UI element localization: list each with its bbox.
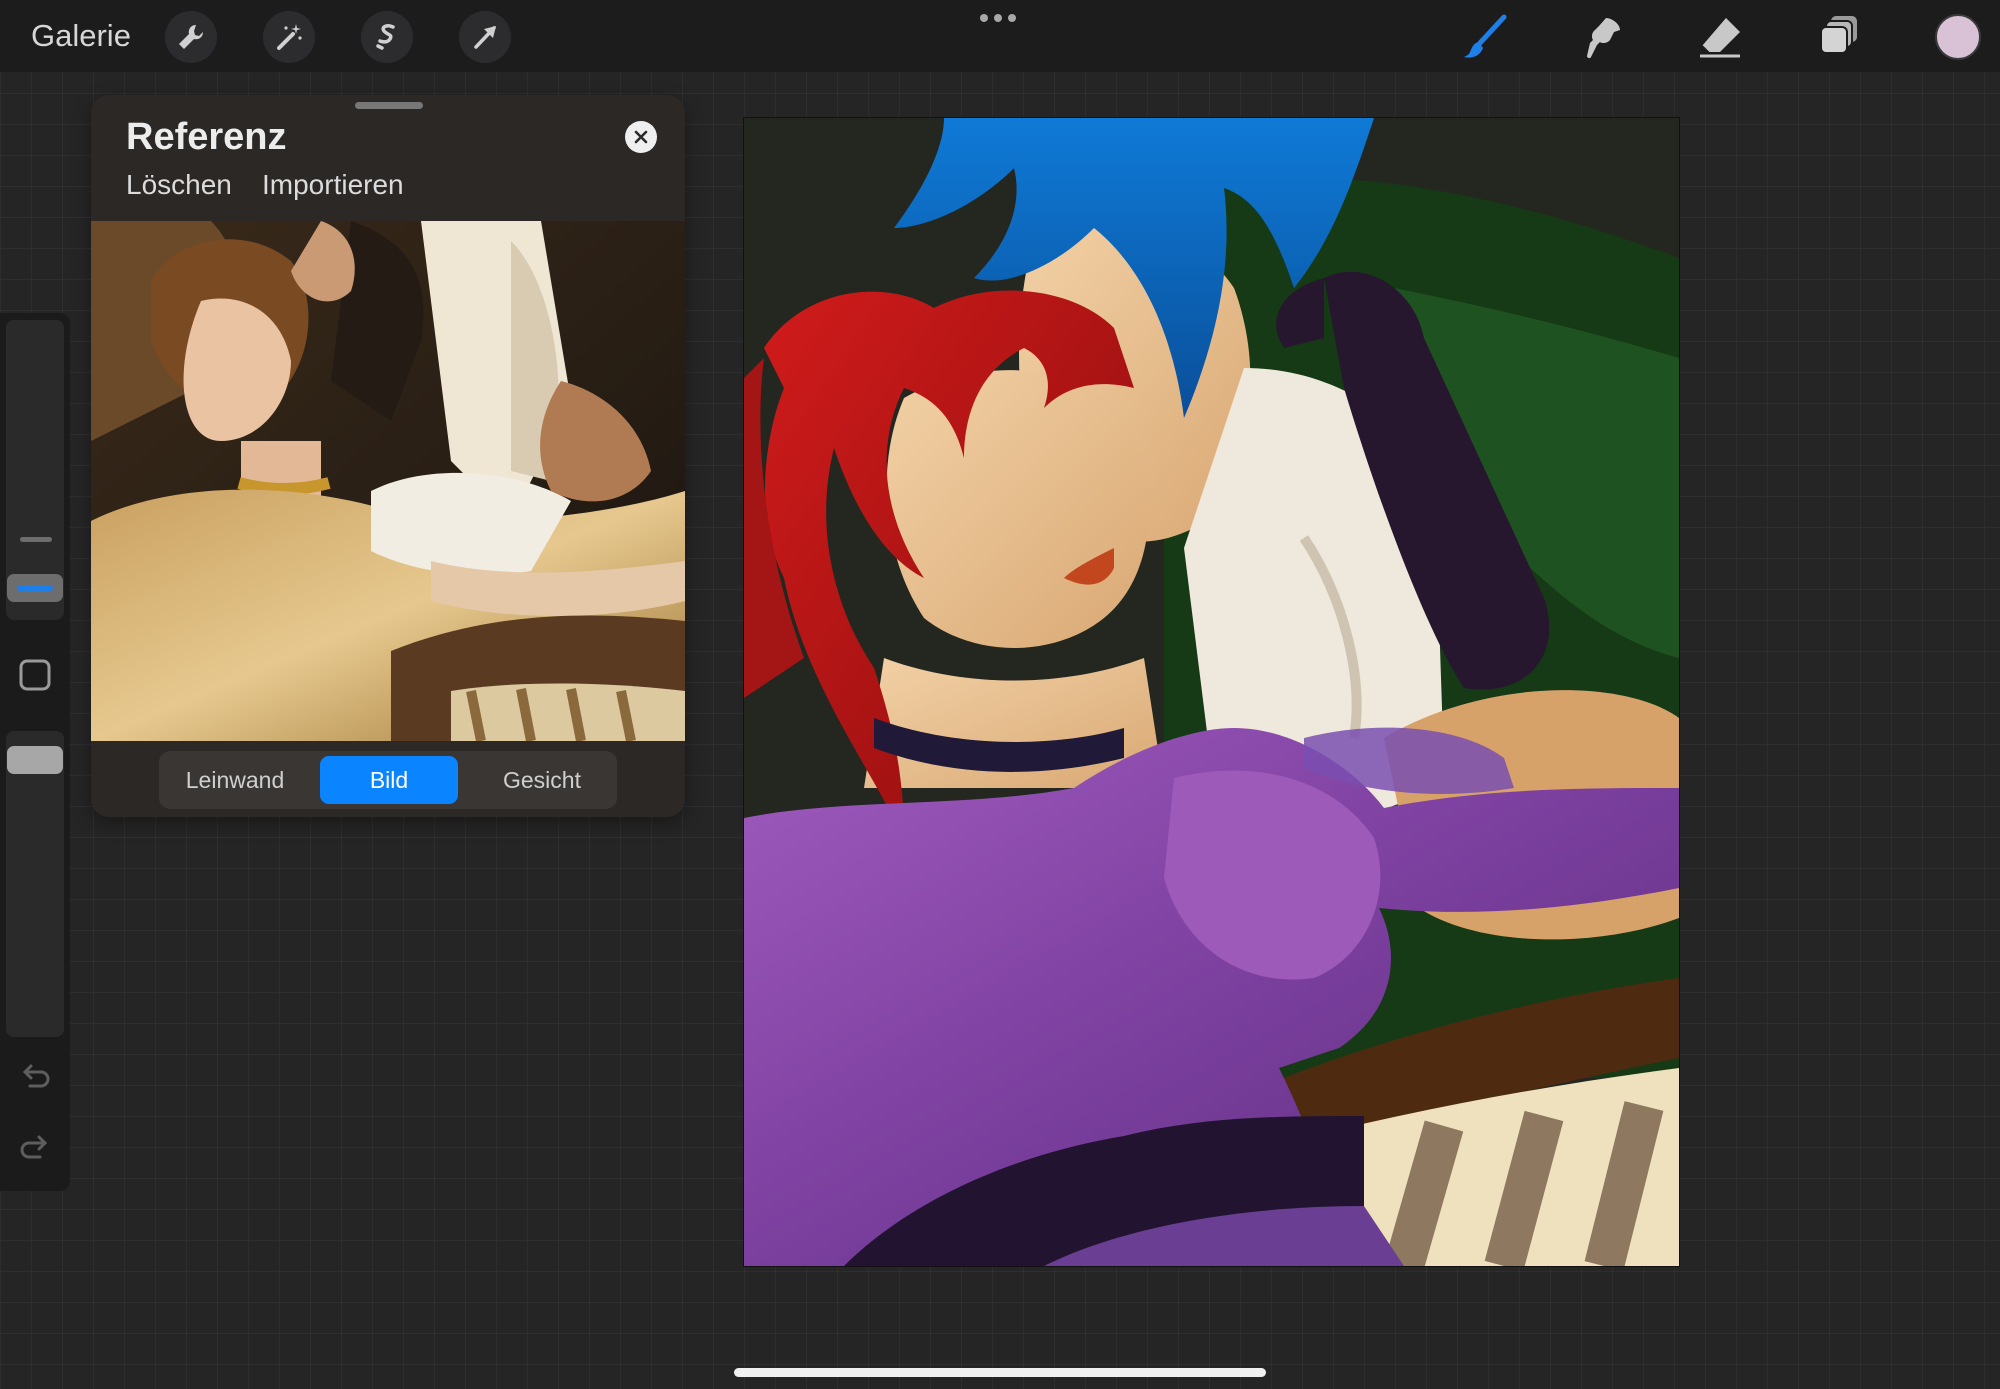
close-icon[interactable] xyxy=(625,121,657,153)
brush-icon[interactable] xyxy=(1458,10,1512,64)
top-toolbar: Galerie xyxy=(0,0,2000,72)
redo-icon[interactable] xyxy=(15,1128,55,1168)
wrench-icon[interactable] xyxy=(165,11,217,63)
reference-title: Referenz xyxy=(126,116,287,158)
left-sidebar xyxy=(0,313,70,1191)
color-picker-swatch[interactable] xyxy=(1935,14,1981,60)
clear-button[interactable]: Löschen xyxy=(126,169,232,201)
smudge-icon[interactable] xyxy=(1576,10,1630,64)
home-indicator[interactable] xyxy=(734,1368,1266,1377)
brush-size-thumb[interactable] xyxy=(7,574,63,602)
brush-size-slider[interactable] xyxy=(6,320,64,620)
opacity-thumb[interactable] xyxy=(7,746,63,774)
magic-wand-icon[interactable] xyxy=(263,11,315,63)
layers-icon[interactable] xyxy=(1813,10,1867,64)
import-button[interactable]: Importieren xyxy=(262,169,404,201)
drawing-canvas[interactable] xyxy=(744,118,1679,1266)
eraser-icon[interactable] xyxy=(1694,10,1748,64)
square-icon[interactable] xyxy=(15,655,55,695)
drag-handle[interactable] xyxy=(355,102,423,109)
tab-canvas[interactable]: Leinwand xyxy=(165,756,305,804)
opacity-slider[interactable] xyxy=(6,731,64,1037)
gallery-button[interactable]: Galerie xyxy=(31,18,131,54)
tab-face[interactable]: Gesicht xyxy=(472,756,612,804)
more-dots-icon[interactable] xyxy=(980,14,1016,22)
reference-panel: Referenz Löschen Importieren Leinwand Bi… xyxy=(91,95,685,817)
reference-mode-segmented-control: Leinwand Bild Gesicht xyxy=(159,751,617,809)
undo-icon[interactable] xyxy=(15,1057,55,1097)
reference-image xyxy=(91,221,685,741)
selection-icon[interactable] xyxy=(361,11,413,63)
size-marker xyxy=(20,537,52,542)
transform-arrow-icon[interactable] xyxy=(459,11,511,63)
tab-image[interactable]: Bild xyxy=(320,756,458,804)
